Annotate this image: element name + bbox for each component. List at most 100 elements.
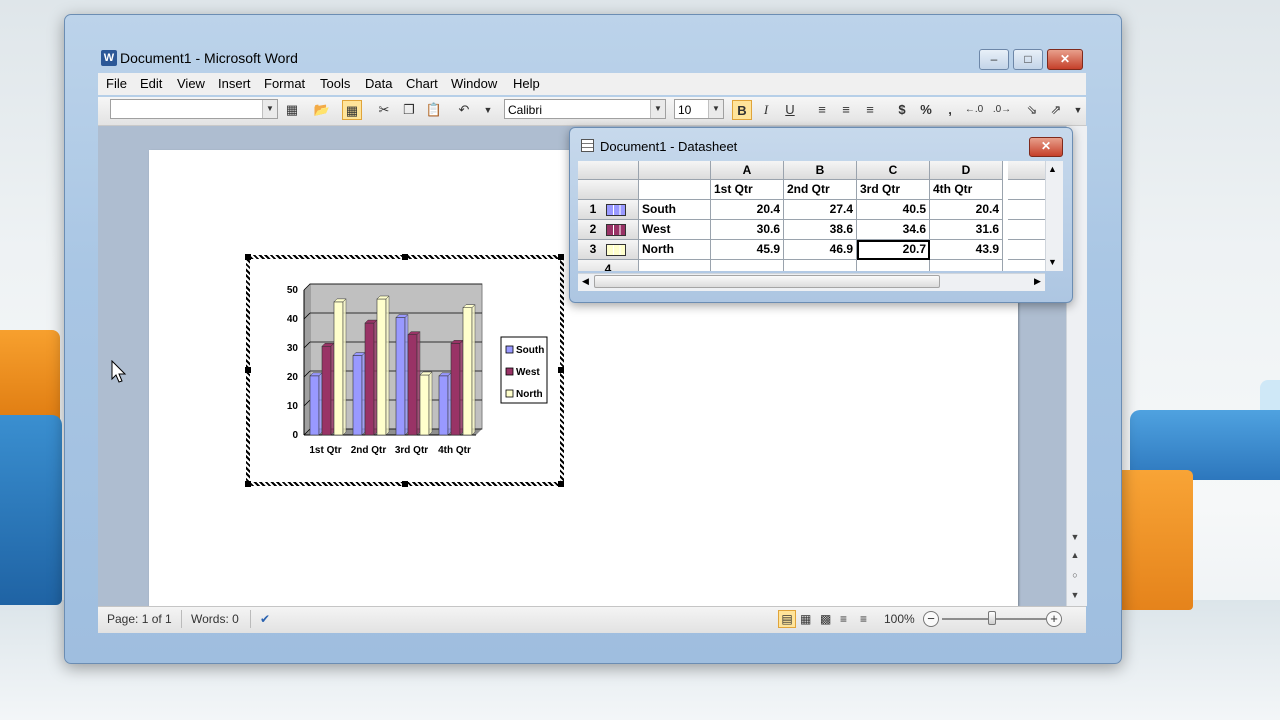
datasheet-header-cell[interactable]: 4th Qtr [930,180,1003,200]
zoom-out-icon[interactable]: − [923,611,939,627]
datasheet-value-cell[interactable]: 40.5 [857,200,930,220]
increase-decimal-icon[interactable]: ←.0 [964,100,984,120]
datasheet-cell[interactable] [1008,260,1045,271]
select-browse-object-icon[interactable]: ○ [1068,570,1082,580]
minimize-button[interactable]: – [979,49,1009,70]
column-chart[interactable]: 0 10 20 30 40 50 1st Qtr 2nd Qtr 3rd Qtr 4th Qtr S… [270,280,555,465]
maximize-button[interactable]: □ [1013,49,1043,70]
datasheet-value-cell[interactable]: 38.6 [784,220,857,240]
menu-file[interactable]: File [106,76,127,91]
percent-icon[interactable]: % [916,100,936,120]
datasheet-value-cell[interactable]: 20.7 [857,240,930,260]
column-header[interactable]: B [784,161,857,180]
datasheet-cell[interactable] [639,260,711,271]
resize-handle[interactable] [402,481,408,487]
align-left-icon[interactable]: ≡ [812,100,832,120]
datasheet-header-cell[interactable]: 1st Qtr [711,180,784,200]
decrease-decimal-icon[interactable]: .0→ [992,100,1012,120]
word-count[interactable]: Words: 0 [191,612,239,626]
bold-icon[interactable]: B [732,100,752,120]
proofing-icon[interactable]: ✔ [260,612,270,626]
page-indicator[interactable]: Page: 1 of 1 [107,612,172,626]
column-header[interactable]: A [711,161,784,180]
toolbar-options-icon[interactable]: ▼ [478,100,498,120]
resize-handle[interactable] [245,367,251,373]
row-header[interactable]: 1 [578,200,639,220]
datasheet-cell[interactable] [711,260,784,271]
row-header[interactable]: 3 [578,240,639,260]
scroll-left-icon[interactable]: ◀ [582,276,589,287]
datasheet-cell[interactable] [1008,200,1045,220]
chevron-down-icon[interactable]: ▼ [650,100,665,118]
datasheet-close-button[interactable]: ✕ [1029,137,1063,157]
datasheet-cell[interactable] [784,260,857,271]
next-page-icon[interactable]: ▼ [1068,590,1082,600]
row-header[interactable] [578,180,639,200]
column-header[interactable]: D [930,161,1003,180]
datasheet-value-cell[interactable]: 20.4 [711,200,784,220]
print-layout-icon[interactable]: ▤ [778,610,796,628]
full-screen-reading-icon[interactable]: ▦ [800,612,811,626]
scroll-right-icon[interactable]: ▶ [1034,276,1041,287]
scroll-up-icon[interactable]: ▲ [1048,164,1057,174]
row-header[interactable]: 2 [578,220,639,240]
select-all-corner[interactable] [578,161,639,180]
datasheet-cell[interactable] [857,260,930,271]
center-icon[interactable]: ≡ [836,100,856,120]
datasheet-cell[interactable] [930,260,1003,271]
menu-format[interactable]: Format [264,76,305,91]
resize-handle[interactable] [558,367,564,373]
scroll-thumb[interactable] [594,275,940,288]
series-label-cell[interactable]: South [639,200,711,220]
datasheet-value-cell[interactable]: 45.9 [711,240,784,260]
datasheet-value-cell[interactable]: 46.9 [784,240,857,260]
word-icon[interactable]: W [101,50,117,66]
menu-window[interactable]: Window [451,76,497,91]
datasheet-header-cell[interactable]: 2nd Qtr [784,180,857,200]
menu-view[interactable]: View [177,76,205,91]
datasheet-grid[interactable]: ABCDE1st Qtr2nd Qtr3rd Qtr4th Qtr1South2… [578,161,1045,271]
row-header[interactable]: 4 [578,260,639,271]
series-label-cell[interactable]: North [639,240,711,260]
menu-help[interactable]: Help [513,76,540,91]
datasheet-cell[interactable] [1008,240,1045,260]
resize-handle[interactable] [245,254,251,260]
datasheet-vertical-scrollbar[interactable] [1045,161,1063,271]
datasheet-cell[interactable] [639,180,711,200]
chevron-down-icon[interactable]: ▼ [262,100,277,118]
datasheet-cell[interactable] [1008,180,1045,200]
datasheet-cell[interactable] [1008,220,1045,240]
italic-icon[interactable]: I [756,100,776,120]
menu-edit[interactable]: Edit [140,76,162,91]
draft-icon[interactable]: ≡ [860,612,867,626]
outline-icon[interactable]: ≡ [840,612,847,626]
format-icon[interactable]: ▦ [282,100,302,120]
comma-icon[interactable]: , [940,100,960,120]
scroll-down-icon[interactable]: ▼ [1068,532,1082,542]
column-header[interactable]: E [1008,161,1045,180]
resize-handle[interactable] [245,481,251,487]
zoom-in-icon[interactable]: + [1046,611,1062,627]
angle-clockwise-icon[interactable]: ⇘ [1022,100,1042,120]
menu-insert[interactable]: Insert [218,76,251,91]
copy-icon[interactable]: ❐ [399,100,419,120]
previous-page-icon[interactable]: ▲ [1068,550,1082,560]
resize-handle[interactable] [558,481,564,487]
web-layout-icon[interactable]: ▩ [820,612,831,626]
cut-icon[interactable]: ✂ [374,100,394,120]
resize-handle[interactable] [558,254,564,260]
underline-icon[interactable]: U [780,100,800,120]
currency-icon[interactable]: $ [892,100,912,120]
column-header[interactable] [639,161,711,180]
datasheet-header-cell[interactable]: 3rd Qtr [857,180,930,200]
series-label-cell[interactable]: West [639,220,711,240]
font-name-combo[interactable]: Calibri ▼ [504,99,666,119]
datasheet-icon[interactable]: ▦ [342,100,362,120]
toolbar-options-icon[interactable]: ▼ [1068,100,1088,120]
datasheet-value-cell[interactable]: 27.4 [784,200,857,220]
datasheet-value-cell[interactable]: 34.6 [857,220,930,240]
align-right-icon[interactable]: ≡ [860,100,880,120]
angle-counterclockwise-icon[interactable]: ⇗ [1046,100,1066,120]
menu-tools[interactable]: Tools [320,76,350,91]
font-size-combo[interactable]: 10 ▼ [674,99,724,119]
